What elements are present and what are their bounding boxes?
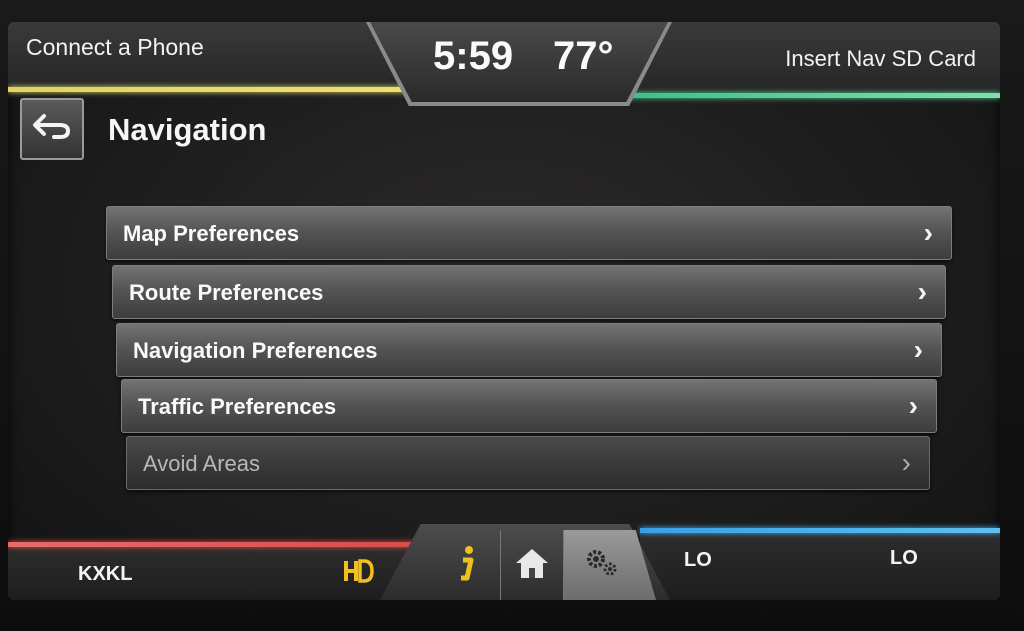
back-button[interactable] [20,98,84,160]
radio-station[interactable]: KXKL [78,563,132,586]
page-title: Navigation [108,112,267,147]
menu-item-label: Navigation Preferences [133,338,378,363]
outside-temperature: 77° [553,34,614,78]
menu-item-label: Traffic Preferences [138,394,337,419]
status-accent-yellow [8,87,428,92]
nav-sd-card-status[interactable]: Insert Nav SD Card [785,46,976,72]
chevron-right-icon: › [923,217,933,248]
bottom-accent-red [8,542,438,547]
connect-phone-button[interactable]: Connect a Phone [26,34,204,61]
center-pod [370,22,668,102]
menu-item-traffic-preferences[interactable]: Traffic Preferences › [121,379,937,433]
menu-item-map-preferences[interactable]: Map Preferences › [106,206,952,260]
back-arrow-icon [32,112,72,147]
menu-item-avoid-areas: Avoid Areas › [126,436,930,490]
chevron-right-icon: › [908,390,918,421]
status-accent-green [580,93,1000,98]
gears-icon [584,547,620,584]
menu-item-label: Route Preferences [129,280,324,305]
menu-item-route-preferences[interactable]: Route Preferences › [112,265,946,319]
clock: 5:59 [433,34,514,78]
menu-item-navigation-preferences[interactable]: Navigation Preferences › [116,323,942,377]
hd-radio-icon [342,557,376,590]
info-icon [457,544,477,587]
chevron-right-icon: › [917,276,927,307]
touchscreen: Connect a Phone 5:59 77° Insert Nav SD C… [8,22,1000,600]
menu-item-label: Map Preferences [123,221,300,246]
home-icon [513,546,551,585]
tab-info[interactable] [436,530,498,600]
climate-temp-right[interactable]: LO [890,547,918,570]
menu-item-label: Avoid Areas [143,451,261,476]
tab-home[interactable] [500,530,564,600]
climate-temp-left[interactable]: LO [684,549,712,572]
chevron-right-icon: › [901,447,911,478]
bottom-accent-blue [640,528,1000,533]
chevron-right-icon: › [913,334,923,365]
